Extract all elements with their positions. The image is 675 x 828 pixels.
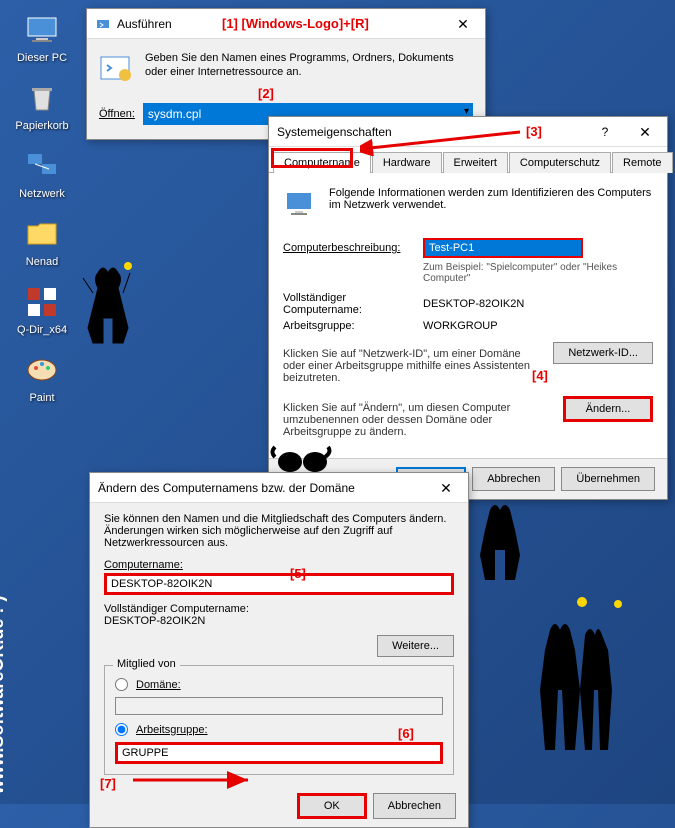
paint-icon bbox=[22, 350, 62, 390]
desc-example: Zum Beispiel: "Spielcomputer" oder "Heik… bbox=[423, 262, 653, 284]
change-button[interactable]: Ändern... bbox=[563, 396, 653, 422]
computer-icon bbox=[283, 187, 319, 226]
workgroup-label: Arbeitsgruppe: bbox=[283, 320, 423, 332]
desktop-icon-this-pc[interactable]: Dieser PC bbox=[12, 10, 72, 64]
icon-label: Nenad bbox=[12, 256, 72, 268]
fullname-label: Vollständiger Computername: bbox=[283, 292, 423, 316]
icon-label: Netzwerk bbox=[12, 188, 72, 200]
icon-label: Q-Dir_x64 bbox=[12, 324, 72, 336]
workgroup-radio[interactable] bbox=[115, 723, 128, 736]
qdir-icon bbox=[22, 282, 62, 322]
close-icon[interactable]: ✕ bbox=[426, 474, 466, 502]
desktop-icon-nenad[interactable]: Nenad bbox=[12, 214, 72, 268]
compname-label: Computername: bbox=[104, 559, 454, 571]
member-legend: Mitglied von bbox=[113, 658, 180, 670]
folder-icon bbox=[22, 214, 62, 254]
tab-remote[interactable]: Remote bbox=[612, 152, 673, 173]
titlebar[interactable]: Ausführen ✕ bbox=[87, 9, 485, 39]
network-icon bbox=[22, 146, 62, 186]
icon-label: Papierkorb bbox=[12, 120, 72, 132]
fullname-value: DESKTOP-82OIK2N bbox=[423, 298, 653, 310]
window-title: Systemeigenschaften bbox=[277, 125, 585, 139]
desc-label: Computerbeschreibung: bbox=[283, 242, 423, 254]
silhouette-1 bbox=[78, 258, 138, 348]
window-title: Ändern des Computernamens bzw. der Domän… bbox=[98, 481, 426, 495]
tab-protection[interactable]: Computerschutz bbox=[509, 152, 611, 173]
fullname-value: DESKTOP-82OIK2N bbox=[104, 615, 454, 627]
help-icon[interactable]: ? bbox=[585, 118, 625, 146]
tab-bar: Computername Hardware Erweitert Computer… bbox=[269, 147, 667, 173]
tab-hardware[interactable]: Hardware bbox=[372, 152, 442, 173]
system-properties-dialog: Systemeigenschaften ? ✕ Computername Har… bbox=[268, 116, 668, 500]
member-fieldset: Mitglied von Domäne: Arbeitsgruppe: bbox=[104, 665, 454, 775]
domain-label: Domäne: bbox=[136, 679, 181, 691]
workgroup-input[interactable] bbox=[115, 742, 443, 764]
cancel-button[interactable]: Abbrechen bbox=[472, 467, 555, 491]
desktop-icon-paint[interactable]: Paint bbox=[12, 350, 72, 404]
desktop-icon-recycle-bin[interactable]: Papierkorb bbox=[12, 78, 72, 132]
tab-computername[interactable]: Computername bbox=[273, 152, 371, 173]
silhouette-3 bbox=[460, 490, 540, 590]
network-id-button[interactable]: Netzwerk-ID... bbox=[553, 342, 653, 364]
desktop-icon-network[interactable]: Netzwerk bbox=[12, 146, 72, 200]
ok-button[interactable]: OK bbox=[297, 793, 367, 819]
tab-advanced[interactable]: Erweitert bbox=[443, 152, 508, 173]
icon-label: Dieser PC bbox=[12, 52, 72, 64]
computer-name-input[interactable] bbox=[104, 573, 454, 595]
workgroup-value: WORKGROUP bbox=[423, 320, 653, 332]
domain-input[interactable] bbox=[115, 697, 443, 715]
trash-icon bbox=[22, 78, 62, 118]
icon-label: Paint bbox=[12, 392, 72, 404]
window-title: Ausführen bbox=[117, 17, 443, 31]
run-prompt-icon bbox=[99, 51, 135, 87]
run-icon bbox=[95, 16, 111, 32]
pc-icon bbox=[22, 10, 62, 50]
titlebar[interactable]: Systemeigenschaften ? ✕ bbox=[269, 117, 667, 147]
domain-radio[interactable] bbox=[115, 678, 128, 691]
close-icon[interactable]: ✕ bbox=[625, 118, 665, 146]
info-text: Folgende Informationen werden zum Identi… bbox=[329, 187, 653, 216]
open-label: Öffnen: bbox=[99, 108, 135, 120]
netid-text: Klicken Sie auf "Netzwerk-ID", um einer … bbox=[283, 348, 545, 384]
titlebar[interactable]: Ändern des Computernamens bzw. der Domän… bbox=[90, 473, 468, 503]
close-icon[interactable]: ✕ bbox=[443, 10, 483, 38]
watermark: www.SoftwareOK.de :-) bbox=[0, 596, 8, 794]
computer-description-input[interactable] bbox=[423, 238, 583, 258]
cancel-button[interactable]: Abbrechen bbox=[373, 793, 456, 819]
change-text: Klicken Sie auf "Ändern", um diesen Comp… bbox=[283, 402, 555, 438]
change-desc: Sie können den Namen und die Mitgliedsch… bbox=[104, 513, 454, 549]
fullname-label: Vollständiger Computername: bbox=[104, 603, 454, 615]
workgroup-label: Arbeitsgruppe: bbox=[136, 724, 208, 736]
apply-button[interactable]: Übernehmen bbox=[561, 467, 655, 491]
run-description: Geben Sie den Namen eines Programms, Ord… bbox=[145, 51, 473, 87]
change-name-dialog: Ändern des Computernamens bzw. der Domän… bbox=[89, 472, 469, 828]
desktop-icon-qdir[interactable]: Q-Dir_x64 bbox=[12, 282, 72, 336]
silhouette-4 bbox=[520, 590, 640, 770]
more-button[interactable]: Weitere... bbox=[377, 635, 454, 657]
